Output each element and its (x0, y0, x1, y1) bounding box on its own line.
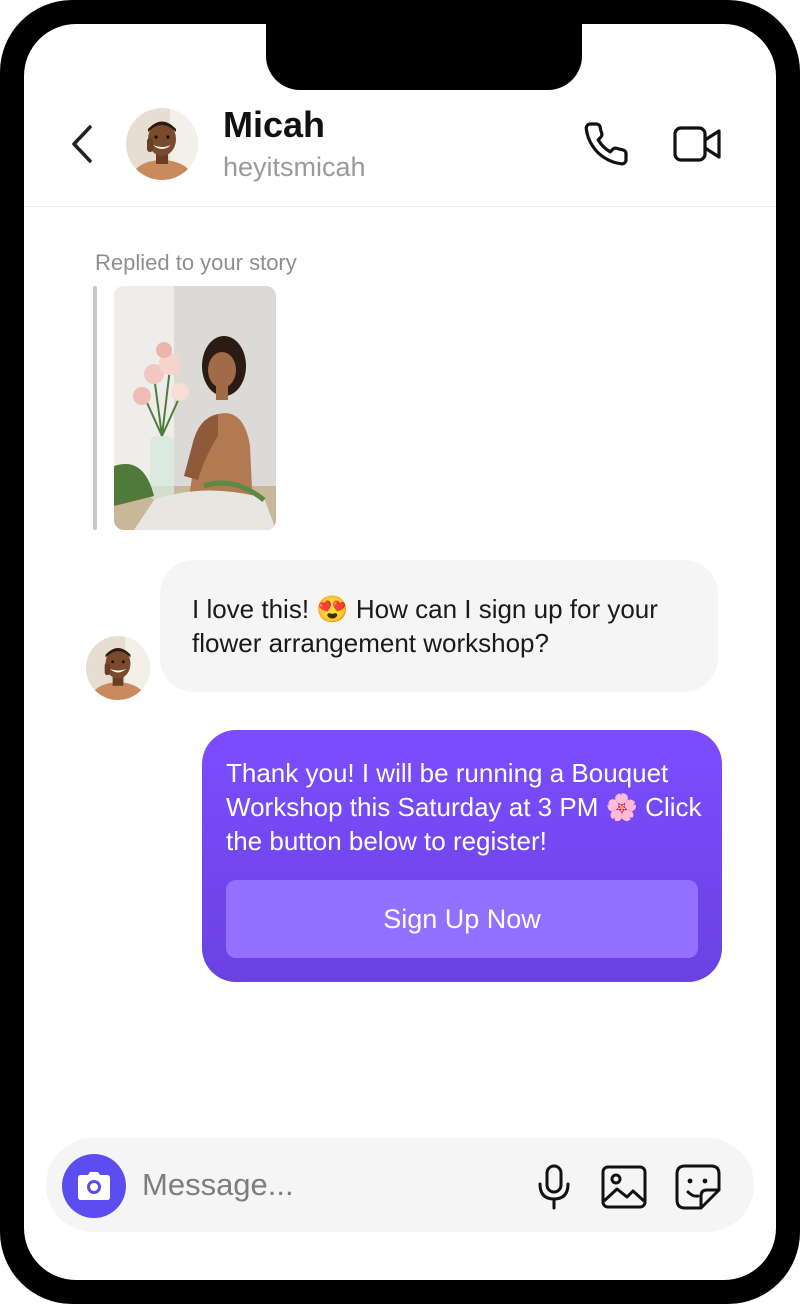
gallery-button[interactable] (598, 1162, 650, 1212)
incoming-message: I love this! 😍 How can I sign up for you… (160, 560, 718, 692)
phone-notch (266, 24, 582, 90)
story-thumbnail[interactable] (114, 286, 276, 530)
sign-up-now-button[interactable]: Sign Up Now (226, 880, 698, 958)
chat-screen: Micah heyitsmicah Replied to your story (24, 24, 776, 1280)
voice-message-button[interactable] (530, 1162, 578, 1212)
contact-avatar[interactable] (126, 108, 198, 180)
phone-icon (584, 122, 628, 166)
camera-icon (78, 1172, 110, 1200)
message-composer (46, 1138, 754, 1232)
video-icon (673, 126, 721, 162)
camera-button[interactable] (62, 1154, 126, 1218)
contact-avatar-small (86, 636, 150, 700)
call-button[interactable] (580, 118, 632, 170)
sticker-icon (675, 1164, 721, 1210)
chevron-left-icon (72, 125, 92, 163)
video-call-button[interactable] (670, 118, 726, 170)
contact-name: Micah (223, 104, 326, 145)
message-input[interactable] (142, 1160, 502, 1210)
back-button[interactable] (64, 120, 100, 168)
outgoing-message-text: Thank you! I will be running a Bouquet W… (226, 758, 702, 856)
incoming-message-text: I love this! 😍 How can I sign up for you… (192, 594, 658, 658)
story-reply-caption: Replied to your story (95, 250, 297, 275)
sticker-button[interactable] (672, 1162, 724, 1212)
story-reply-bar (93, 286, 97, 530)
contact-handle: heyitsmicah (223, 152, 366, 182)
phone-frame: Micah heyitsmicah Replied to your story (0, 0, 800, 1304)
gallery-icon (601, 1165, 647, 1209)
outgoing-message: Thank you! I will be running a Bouquet W… (202, 730, 722, 982)
microphone-icon (538, 1164, 570, 1210)
